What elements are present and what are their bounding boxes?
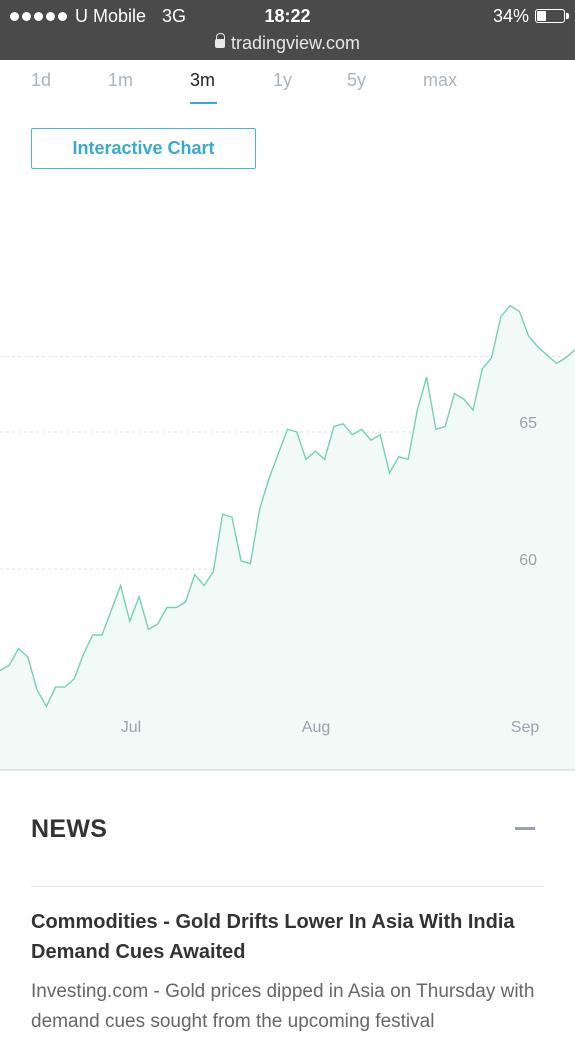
battery-percent: 34% bbox=[492, 6, 529, 26]
x-tick-label: Sep bbox=[511, 719, 540, 736]
price-chart-svg: 60 65 Jul Aug Sep bbox=[0, 304, 575, 770]
y-tick-label: 60 bbox=[519, 552, 537, 569]
range-tabs: 1d 1m 3m 1y 5y max bbox=[0, 62, 575, 110]
news-heading: NEWS bbox=[31, 815, 108, 843]
tab-max[interactable]: max bbox=[423, 68, 457, 104]
address-bar[interactable]: tradingview.com bbox=[0, 30, 575, 56]
interactive-chart-button[interactable]: Interactive Chart bbox=[31, 128, 256, 169]
news-headline[interactable]: Commodities - Gold Drifts Lower In Asia … bbox=[31, 907, 551, 967]
tab-1d[interactable]: 1d bbox=[31, 68, 51, 104]
lock-icon bbox=[214, 32, 226, 48]
clock: 18:22 bbox=[264, 6, 311, 26]
y-tick-label: 65 bbox=[519, 415, 537, 432]
series-area bbox=[0, 305, 575, 770]
news-section: NEWS Commodities - Gold Drifts Lower In … bbox=[0, 771, 575, 1032]
collapse-icon[interactable] bbox=[515, 827, 535, 830]
x-tick-label: Aug bbox=[302, 719, 330, 736]
tab-1y[interactable]: 1y bbox=[273, 68, 292, 104]
url-text: tradingview.com bbox=[230, 33, 361, 53]
status-bar: U Mobile 3G 18:22 34% tradingview.com bbox=[0, 0, 575, 60]
news-snippet: Investing.com - Gold prices dipped in As… bbox=[31, 981, 535, 1032]
news-divider bbox=[31, 886, 544, 887]
battery-icon bbox=[535, 9, 569, 23]
x-tick-label: Jul bbox=[121, 719, 141, 736]
tab-1m[interactable]: 1m bbox=[108, 68, 133, 104]
tab-3m[interactable]: 3m bbox=[190, 68, 218, 104]
tab-5y[interactable]: 5y bbox=[347, 68, 366, 104]
price-chart[interactable]: 60 65 Jul Aug Sep bbox=[0, 180, 575, 770]
